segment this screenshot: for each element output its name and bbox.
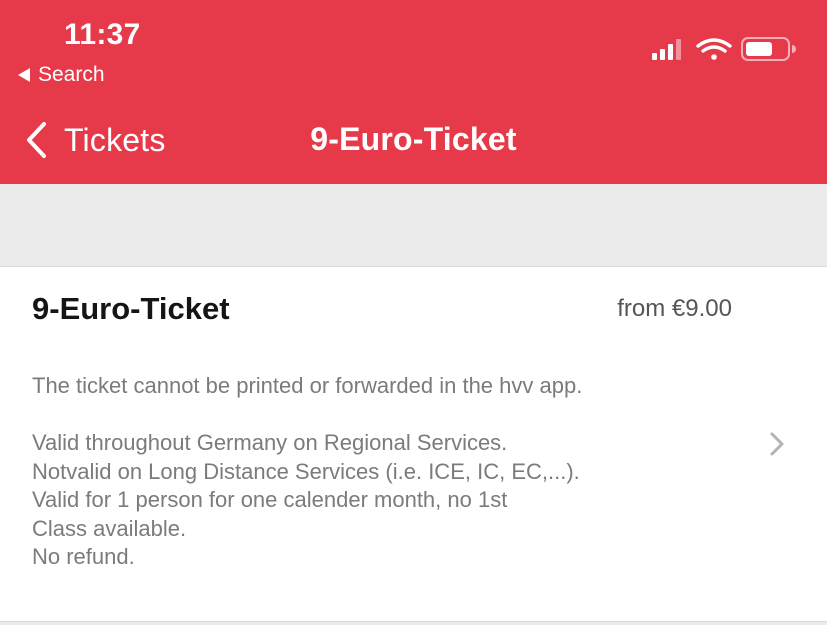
back-to-search-label: Search: [38, 63, 105, 86]
page-title: 9-Euro-Ticket: [310, 121, 517, 157]
status-time: 11:37: [64, 18, 141, 51]
ticket-detail-line: Notvalid on Long Distance Services (i.e.…: [32, 458, 580, 484]
wifi-icon: [696, 38, 732, 60]
ticket-detail-line: Class available.: [32, 515, 187, 541]
ticket-title: 9-Euro-Ticket: [32, 291, 230, 326]
back-to-search-button[interactable]: Search: [18, 62, 105, 88]
ticket-detail-line: Valid throughout Germany on Regional Ser…: [32, 430, 508, 455]
app-header: 11:37 Search Tickets 9-Euro-Ticket: [0, 0, 827, 184]
status-icons: [652, 37, 796, 61]
back-triangle-icon: [18, 68, 30, 82]
ticket-note: The ticket cannot be printed or forwarde…: [32, 373, 583, 398]
ticket-detail-line: Valid for 1 person for one calender mont…: [32, 487, 508, 513]
ticket-card[interactable]: 9-Euro-Ticket from €9.00 The ticket cann…: [0, 266, 827, 622]
ticket-detail-line: No refund.: [32, 544, 135, 570]
ticket-price: from €9.00: [617, 295, 732, 322]
battery-icon: [741, 37, 796, 61]
cellular-signal-icon: [652, 39, 681, 60]
ticket-details: Valid throughout Germany on Regional Ser…: [32, 429, 580, 572]
chevron-right-icon: [770, 432, 784, 456]
